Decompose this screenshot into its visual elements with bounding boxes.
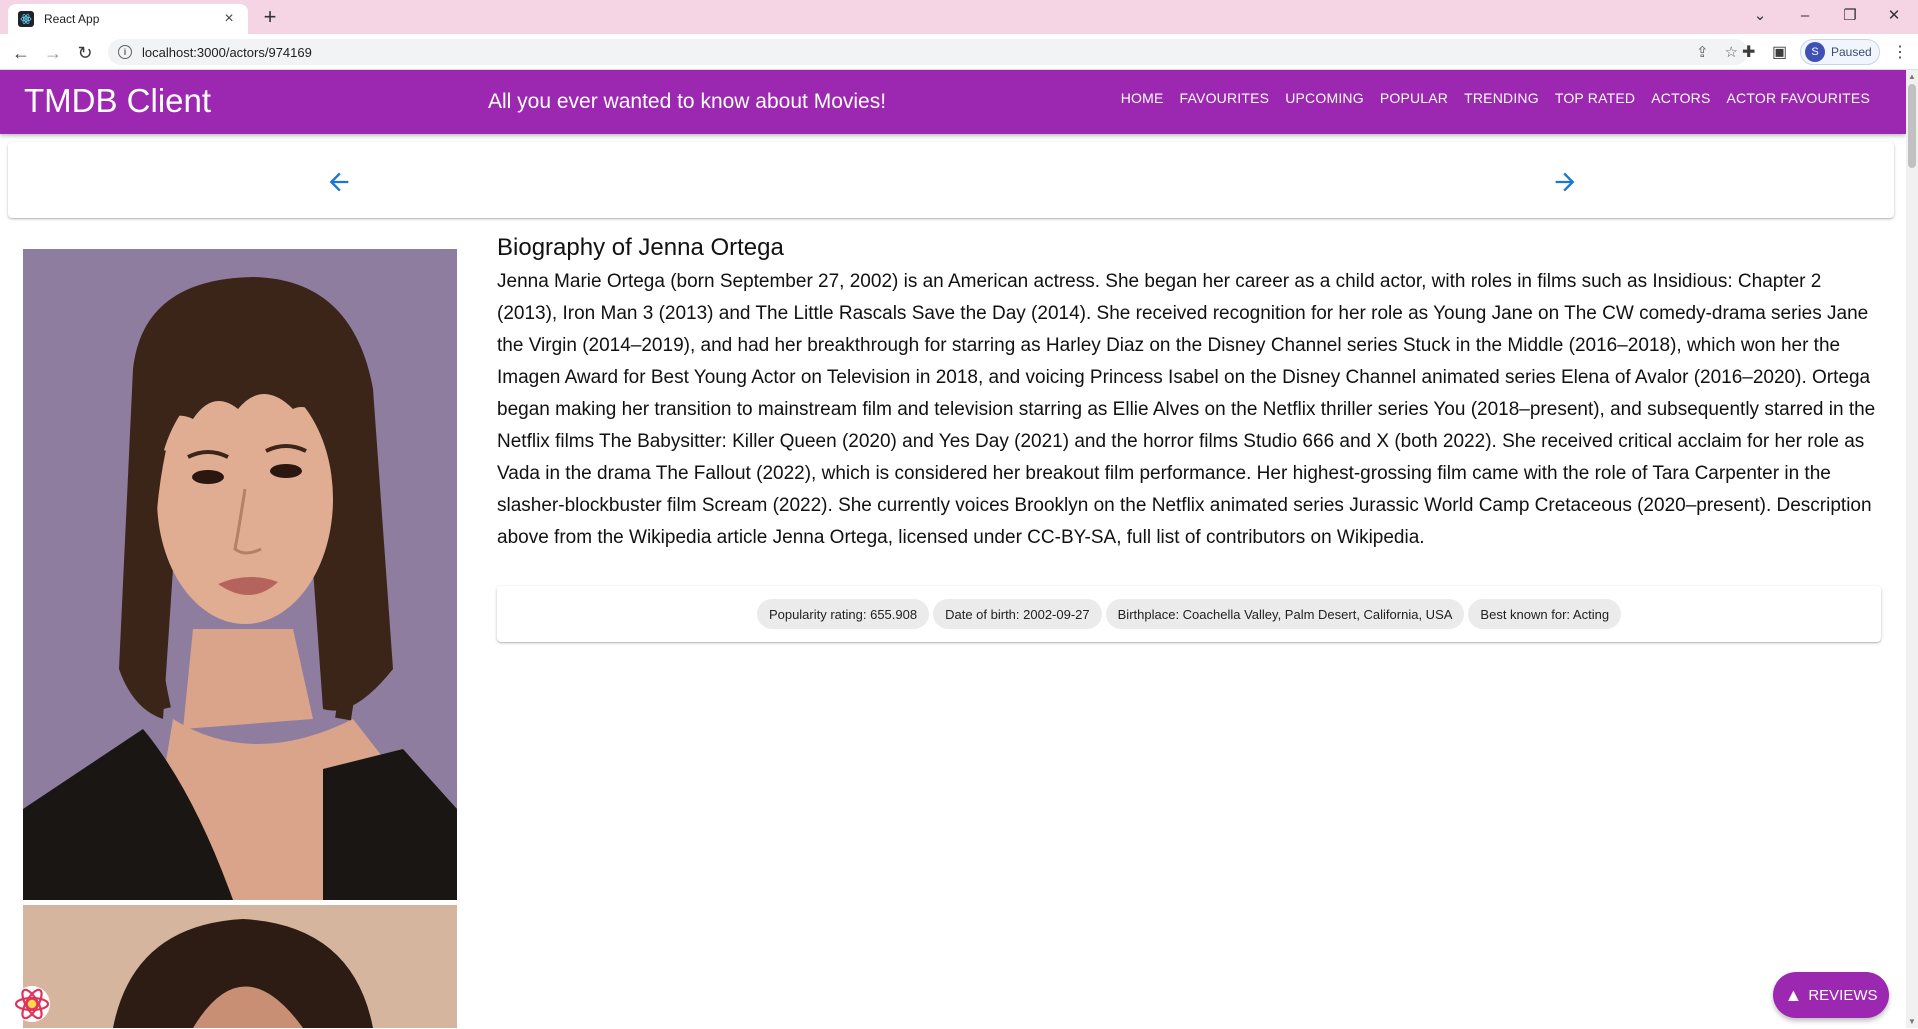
nav-upcoming[interactable]: UPCOMING	[1285, 90, 1364, 106]
app-header: TMDB Client All you ever wanted to know …	[0, 70, 1906, 134]
nav-actor-favourites[interactable]: ACTOR FAVOURITES	[1727, 90, 1870, 106]
tab-search-icon[interactable]: ⌄	[1740, 4, 1780, 28]
arrow-forward-icon	[1555, 172, 1575, 192]
tab-close-icon[interactable]: ×	[220, 10, 238, 28]
main-nav: HOME FAVOURITES UPCOMING POPULAR TRENDIN…	[1105, 90, 1870, 106]
reload-button[interactable]: ↻	[72, 40, 98, 66]
reviews-button[interactable]: ▲ REVIEWS	[1773, 972, 1889, 1018]
react-favicon-icon	[18, 11, 34, 27]
side-panel-icon[interactable]: ▣	[1772, 42, 1787, 62]
forward-button[interactable]: →	[40, 40, 66, 66]
devtools-logo-icon[interactable]	[12, 984, 52, 1024]
new-tab-button[interactable]: +	[258, 6, 282, 30]
profile-button[interactable]: S Paused	[1800, 39, 1880, 65]
close-window-button[interactable]: ✕	[1874, 4, 1914, 28]
nav-top-rated[interactable]: TOP RATED	[1555, 90, 1635, 106]
nav-trending[interactable]: TRENDING	[1464, 90, 1539, 106]
restore-button[interactable]: ❐	[1830, 4, 1870, 28]
actor-photo-secondary	[23, 905, 457, 1028]
browser-toolbar: ← → ↻ i localhost:3000/actors/974169 ⇪ ☆…	[0, 34, 1918, 70]
biography-text: Jenna Marie Ortega (born September 27, 2…	[497, 271, 1876, 548]
url-text[interactable]: localhost:3000/actors/974169	[142, 45, 1680, 60]
browser-tab-bar: React App × + ⌄ – ❐ ✕	[0, 0, 1918, 34]
nav-home[interactable]: HOME	[1121, 90, 1164, 106]
share-icon[interactable]: ⇪	[1696, 43, 1709, 61]
reviews-label: REVIEWS	[1808, 986, 1878, 1004]
arrow-back-icon	[329, 172, 349, 192]
page-scrollbar[interactable]: ▲ ▼	[1906, 70, 1918, 1028]
nav-popular[interactable]: POPULAR	[1380, 90, 1448, 106]
nav-favourites[interactable]: FAVOURITES	[1180, 90, 1270, 106]
scroll-up-arrow-icon[interactable]: ▲	[1908, 72, 1916, 81]
address-bar[interactable]: i localhost:3000/actors/974169 ⇪ ☆	[108, 39, 1748, 65]
site-info-icon[interactable]: i	[118, 45, 132, 59]
extensions-puzzle-icon[interactable]: ✚	[1742, 42, 1755, 62]
previous-arrow-button[interactable]	[319, 162, 359, 202]
scroll-thumb[interactable]	[1908, 84, 1916, 168]
avatar: S	[1805, 42, 1825, 62]
back-button[interactable]: ←	[8, 40, 34, 66]
app-tagline: All you ever wanted to know about Movies…	[488, 90, 887, 113]
tab-title: React App	[44, 12, 100, 26]
known-for-chip: Best known for: Acting	[1468, 599, 1622, 629]
nav-actors[interactable]: ACTORS	[1651, 90, 1710, 106]
minimize-button[interactable]: –	[1785, 4, 1825, 28]
browser-tab[interactable]: React App ×	[8, 4, 248, 34]
profile-status: Paused	[1831, 45, 1872, 59]
birthdate-chip: Date of birth: 2002-09-27	[933, 599, 1102, 629]
birthplace-chip: Birthplace: Coachella Valley, Palm Deser…	[1105, 599, 1465, 629]
actor-photo	[23, 249, 457, 900]
pagination-bar	[8, 142, 1894, 218]
actor-details: Popularity rating: 655.908 Date of birth…	[497, 586, 1881, 642]
browser-menu-icon[interactable]: ⋮	[1892, 42, 1908, 62]
popularity-chip: Popularity rating: 655.908	[756, 599, 930, 629]
biography-heading: Biography of Jenna Ortega	[497, 234, 784, 261]
next-arrow-button[interactable]	[1545, 162, 1585, 202]
app-title: TMDB Client	[24, 82, 212, 119]
bookmark-star-icon[interactable]: ☆	[1725, 43, 1738, 61]
navigation-arrow-icon: ▲	[1784, 984, 1803, 1005]
scroll-down-arrow-icon[interactable]: ▼	[1908, 1017, 1916, 1026]
